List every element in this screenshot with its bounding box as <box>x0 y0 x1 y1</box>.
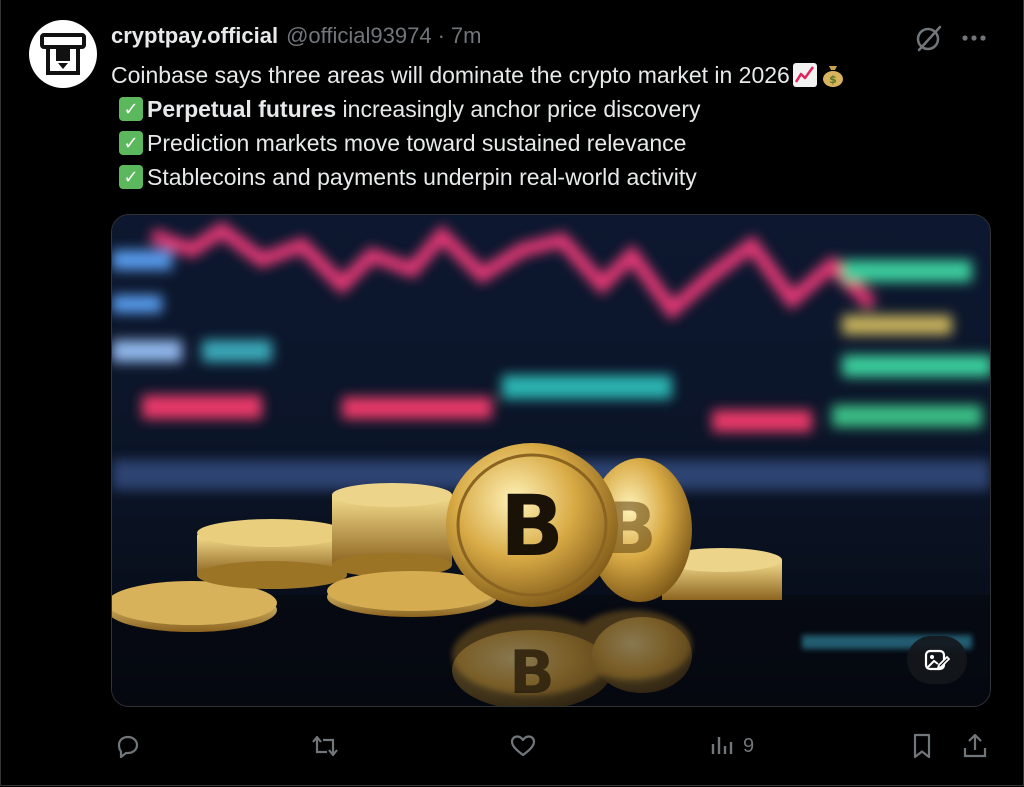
author-handle[interactable]: @official93974 <box>286 23 431 49</box>
bitcoin-coin: B B <box>446 443 692 607</box>
bullet-bold-text: Perpetual futures <box>147 96 337 122</box>
share-button[interactable] <box>961 726 989 766</box>
reply-button[interactable] <box>113 726 141 766</box>
tweet-image[interactable]: B B B <box>111 214 991 707</box>
timestamp[interactable]: 7m <box>451 23 482 49</box>
more-options-icon[interactable] <box>959 25 989 51</box>
check-mark-icon: ✓ <box>119 97 143 121</box>
check-mark-icon: ✓ <box>119 165 143 189</box>
tweet-text: Coinbase says three areas will dominate … <box>111 58 1001 194</box>
views-count: 9 <box>743 734 755 757</box>
reply-icon <box>117 735 139 759</box>
share-icon <box>963 733 987 758</box>
author-name[interactable]: cryptpay.official <box>111 23 278 49</box>
action-bar: 9 <box>111 726 991 766</box>
repost-icon <box>312 735 338 757</box>
tweet-headline: Coinbase says three areas will dominate … <box>111 62 790 88</box>
bookmark-button[interactable] <box>909 726 935 766</box>
repost-button[interactable] <box>309 726 341 766</box>
bookmark-icon <box>913 733 931 759</box>
like-button[interactable] <box>509 726 537 766</box>
bullet-item: ✓ Prediction markets move toward sustain… <box>111 126 1001 160</box>
image-edit-button[interactable] <box>907 636 967 684</box>
separator: · <box>437 23 445 48</box>
chart-increasing-icon <box>792 62 818 88</box>
atm-logo-icon <box>40 33 86 75</box>
bullet-item: ✓ Perpetual futures increasingly anchor … <box>111 92 1001 126</box>
money-bag-icon: $ <box>820 62 846 88</box>
svg-text:B: B <box>509 638 555 706</box>
svg-text:$: $ <box>829 73 837 86</box>
views-icon <box>711 737 733 754</box>
heart-icon <box>510 735 536 757</box>
image-edit-icon <box>924 649 950 671</box>
tweet-header: cryptpay.official @official93974 · 7m <box>111 20 481 52</box>
svg-text:B: B <box>500 477 564 575</box>
bullet-item: ✓ Stablecoins and payments underpin real… <box>111 160 1001 194</box>
tweet-text-line: Coinbase says three areas will dominate … <box>111 58 1001 92</box>
bullet-text: increasingly anchor price discovery <box>336 96 701 122</box>
bullet-text: Stablecoins and payments underpin real-w… <box>147 164 697 190</box>
views-button[interactable]: 9 <box>709 726 754 766</box>
tweet-card: cryptpay.official @official93974 · 7m Co… <box>0 0 1024 786</box>
check-mark-icon: ✓ <box>119 131 143 155</box>
avatar[interactable] <box>29 20 97 88</box>
grok-icon[interactable] <box>914 23 944 53</box>
bullet-text: Prediction markets move toward sustained… <box>147 130 687 156</box>
